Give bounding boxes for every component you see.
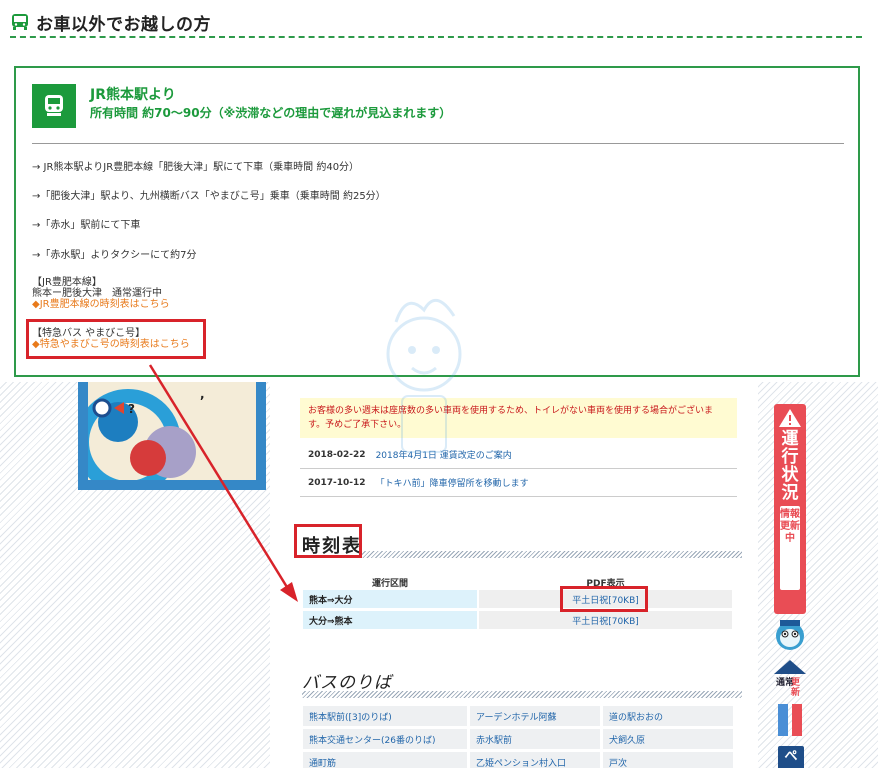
bus-stop-link[interactable]: 戸次 bbox=[603, 752, 733, 768]
box-subtitle: 所有時間 約70〜90分（※渋滞などの理由で遅れが見込まれます） bbox=[90, 106, 452, 120]
box-header: JR熊本駅より 所有時間 約70〜90分（※渋滞などの理由で遅れが見込まれます） bbox=[32, 84, 844, 144]
jr-heading: 【JR豊肥本線】 bbox=[32, 277, 102, 288]
news-link[interactable]: 「トキハ前」降車停留所を移動します bbox=[376, 476, 529, 489]
left-banner-illustration[interactable]: ? , bbox=[88, 382, 256, 480]
warning-icon bbox=[779, 409, 801, 427]
bus-stop-link[interactable]: アーデンホテル阿蘇 bbox=[470, 706, 600, 726]
timetable-route: 大分⇒熊本 bbox=[303, 611, 477, 629]
highlight-pdf-link bbox=[560, 586, 648, 612]
timetable-pdf-link[interactable]: 平土日祝[70KB] bbox=[479, 611, 732, 629]
news-row[interactable]: 2018-02-22 2018年4月1日 運賃改定のご案内 bbox=[300, 441, 737, 469]
svg-text:,: , bbox=[200, 387, 205, 401]
news-date: 2017-10-12 bbox=[308, 477, 366, 488]
news-link[interactable]: 2018年4月1日 運賃改定のご案内 bbox=[376, 448, 512, 461]
bus-stop-link[interactable]: 通町筋 bbox=[303, 752, 467, 768]
news-date: 2018-02-22 bbox=[308, 449, 366, 460]
service-status-label: 運行状況 bbox=[781, 429, 799, 503]
bus-stop-link[interactable]: 犬飼久原 bbox=[603, 729, 733, 749]
bus-stop-link[interactable]: 赤水駅前 bbox=[470, 729, 600, 749]
update-banner-icon bbox=[774, 660, 806, 736]
section-hatch bbox=[362, 551, 742, 558]
jr-status: 熊本ー肥後大津 通常運行中 bbox=[32, 288, 162, 299]
bus-icon bbox=[12, 14, 28, 30]
bus-stop-link[interactable]: 道の駅おおの bbox=[603, 706, 733, 726]
section-header: お車以外でお越しの方 bbox=[10, 8, 862, 38]
bus-stop-link[interactable]: 熊本交通センター(26番のりば) bbox=[303, 729, 467, 749]
notice-box: お客様の多い週末は座席数の多い車両を使用するため、トイレがない車両を使用する場合… bbox=[300, 398, 737, 438]
timetable-route: 熊本⇒大分 bbox=[303, 590, 477, 608]
box-title: JR熊本駅より bbox=[90, 87, 176, 103]
bus-stops-title: バスのりば bbox=[302, 673, 392, 693]
normal-update-tab[interactable]: 通常 更新 bbox=[774, 660, 806, 740]
train-icon-badge bbox=[32, 84, 76, 128]
train-icon bbox=[45, 95, 63, 116]
status-updating-label: 情報更新中 bbox=[780, 506, 800, 590]
mascot-icon bbox=[776, 620, 804, 650]
route-step: →「赤水駅」よりタクシーにて約7分 bbox=[32, 250, 197, 261]
illustration-art: ? , bbox=[88, 382, 256, 480]
highlight-timetable-title bbox=[294, 524, 362, 558]
svg-text:?: ? bbox=[128, 402, 135, 416]
update-label: 更新 bbox=[791, 678, 801, 698]
jr-timetable-link[interactable]: ◆JR豊肥本線の時刻表はこちら bbox=[32, 299, 170, 310]
bus-stop-link[interactable]: 熊本駅前([3]のりば) bbox=[303, 706, 467, 726]
highlight-bus-link bbox=[26, 319, 206, 359]
page-top-button[interactable]: ぺ bbox=[778, 746, 804, 768]
route-step: →「赤水」駅前にて下車 bbox=[32, 220, 141, 231]
section-hatch bbox=[302, 691, 742, 698]
route-step: →「肥後大津」駅より、九州横断バス「やまびこ号」乗車（乗車時間 約25分） bbox=[32, 191, 386, 202]
news-row[interactable]: 2017-10-12 「トキハ前」降車停留所を移動します bbox=[300, 469, 737, 497]
service-status-tab[interactable]: 運行状況 情報更新中 bbox=[774, 404, 806, 614]
page-title: お車以外でお越しの方 bbox=[36, 14, 211, 35]
timetable-col-route: 運行区間 bbox=[371, 579, 408, 589]
route-step: → JR熊本駅よりJR豊肥本線「肥後大津」駅にて下車（乗車時間 約40分） bbox=[32, 162, 360, 173]
bus-stop-link[interactable]: 乙姫ペンション村入口 bbox=[470, 752, 600, 768]
